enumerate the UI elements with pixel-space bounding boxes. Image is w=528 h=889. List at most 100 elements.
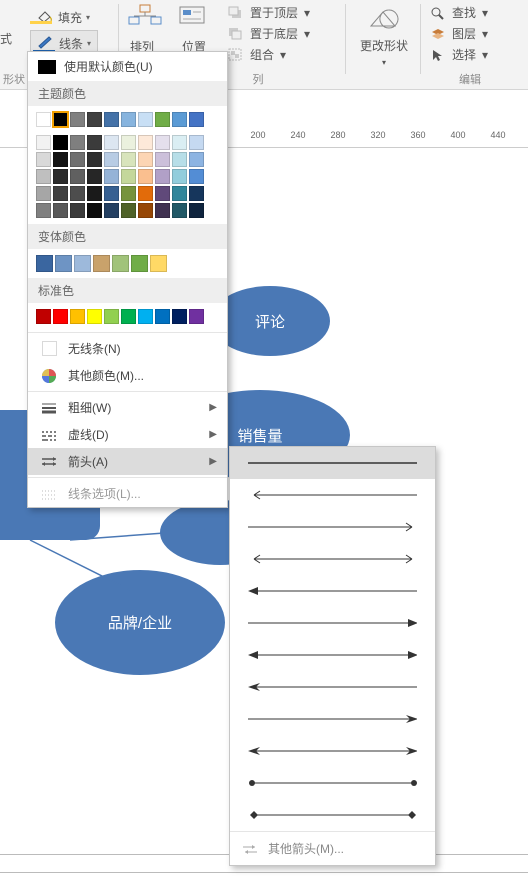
standard-swatch[interactable] <box>87 309 102 324</box>
theme-shade-swatch[interactable] <box>104 135 119 150</box>
theme-shade-swatch[interactable] <box>172 152 187 167</box>
fill-button[interactable]: 填充 ▾ <box>30 4 96 31</box>
theme-shade-swatch[interactable] <box>138 203 153 218</box>
variant-swatch[interactable] <box>150 255 167 272</box>
arrow-both-concave[interactable] <box>230 735 435 767</box>
standard-swatch[interactable] <box>189 309 204 324</box>
arrow-left-open[interactable] <box>230 479 435 511</box>
theme-shade-swatch[interactable] <box>87 169 102 184</box>
theme-shade-swatch[interactable] <box>155 152 170 167</box>
theme-shade-swatch[interactable] <box>36 169 51 184</box>
theme-shade-swatch[interactable] <box>121 152 136 167</box>
variant-swatch[interactable] <box>74 255 91 272</box>
theme-swatch[interactable] <box>138 112 153 127</box>
standard-swatch[interactable] <box>70 309 85 324</box>
theme-shade-swatch[interactable] <box>36 186 51 201</box>
theme-shade-swatch[interactable] <box>189 152 204 167</box>
more-arrows[interactable]: 其他箭头(M)... <box>230 832 435 865</box>
theme-shade-swatch[interactable] <box>172 169 187 184</box>
theme-shade-swatch[interactable] <box>121 135 136 150</box>
standard-swatch[interactable] <box>53 309 68 324</box>
theme-shade-swatch[interactable] <box>189 135 204 150</box>
theme-swatch[interactable] <box>87 112 102 127</box>
variant-swatch[interactable] <box>112 255 129 272</box>
arrow-right-open[interactable] <box>230 511 435 543</box>
theme-shade-swatch[interactable] <box>121 186 136 201</box>
arrow-right-concave[interactable] <box>230 703 435 735</box>
line-options[interactable]: 线条选项(L)... <box>28 480 227 507</box>
variant-swatch[interactable] <box>55 255 72 272</box>
theme-shade-swatch[interactable] <box>36 203 51 218</box>
theme-swatch[interactable] <box>121 112 136 127</box>
theme-shade-swatch[interactable] <box>104 152 119 167</box>
theme-swatch[interactable] <box>172 112 187 127</box>
theme-shade-swatch[interactable] <box>70 186 85 201</box>
theme-shade-swatch[interactable] <box>87 152 102 167</box>
theme-shade-swatch[interactable] <box>155 186 170 201</box>
theme-shade-swatch[interactable] <box>53 152 68 167</box>
theme-shade-swatch[interactable] <box>121 169 136 184</box>
theme-shade-swatch[interactable] <box>155 203 170 218</box>
theme-shade-swatch[interactable] <box>53 186 68 201</box>
line-arrows[interactable]: 箭头(A) ▶ <box>28 448 227 475</box>
arrow-both-dot[interactable] <box>230 767 435 799</box>
theme-shade-swatch[interactable] <box>70 203 85 218</box>
variant-swatch[interactable] <box>93 255 110 272</box>
theme-shade-swatch[interactable] <box>36 135 51 150</box>
theme-swatch[interactable] <box>36 112 51 127</box>
line-dashes[interactable]: 虚线(D) ▶ <box>28 421 227 448</box>
diagram-node-brand[interactable]: 品牌/企业 <box>55 570 225 675</box>
arrow-both-diamond[interactable] <box>230 799 435 831</box>
theme-shade-swatch[interactable] <box>172 135 187 150</box>
theme-shade-swatch[interactable] <box>104 169 119 184</box>
find-button[interactable]: 查找▾ <box>430 2 488 23</box>
theme-shade-swatch[interactable] <box>87 203 102 218</box>
more-colors[interactable]: 其他颜色(M)... <box>28 362 227 389</box>
theme-shade-swatch[interactable] <box>155 135 170 150</box>
theme-shade-swatch[interactable] <box>189 186 204 201</box>
standard-swatch[interactable] <box>155 309 170 324</box>
theme-shade-swatch[interactable] <box>189 203 204 218</box>
arrow-left-solid[interactable] <box>230 575 435 607</box>
use-default-color[interactable]: 使用默认颜色(U) <box>28 52 227 81</box>
theme-shade-swatch[interactable] <box>70 169 85 184</box>
theme-shade-swatch[interactable] <box>87 135 102 150</box>
standard-swatch[interactable] <box>172 309 187 324</box>
theme-shade-swatch[interactable] <box>53 169 68 184</box>
theme-shade-swatch[interactable] <box>138 186 153 201</box>
select-button[interactable]: 选择▾ <box>430 44 488 65</box>
theme-shade-swatch[interactable] <box>70 152 85 167</box>
change-shape-button[interactable]: 更改形状 ▾ <box>360 6 408 68</box>
arrow-none[interactable] <box>230 447 435 479</box>
theme-shade-swatch[interactable] <box>70 135 85 150</box>
theme-shade-swatch[interactable] <box>155 169 170 184</box>
theme-shade-swatch[interactable] <box>104 203 119 218</box>
theme-shade-swatch[interactable] <box>87 186 102 201</box>
theme-shade-swatch[interactable] <box>172 186 187 201</box>
theme-shade-swatch[interactable] <box>172 203 187 218</box>
theme-shade-swatch[interactable] <box>53 135 68 150</box>
arrange-org-icon[interactable] <box>128 4 162 29</box>
theme-shade-swatch[interactable] <box>138 152 153 167</box>
theme-shade-swatch[interactable] <box>138 135 153 150</box>
theme-swatch[interactable] <box>189 112 204 127</box>
line-weight[interactable]: 粗细(W) ▶ <box>28 394 227 421</box>
theme-shade-swatch[interactable] <box>138 169 153 184</box>
standard-swatch[interactable] <box>121 309 136 324</box>
theme-shade-swatch[interactable] <box>53 203 68 218</box>
theme-shade-swatch[interactable] <box>104 186 119 201</box>
theme-shade-swatch[interactable] <box>189 169 204 184</box>
theme-swatch[interactable] <box>53 112 68 127</box>
variant-swatch[interactable] <box>36 255 53 272</box>
theme-shade-swatch[interactable] <box>36 152 51 167</box>
standard-swatch[interactable] <box>138 309 153 324</box>
theme-shade-swatch[interactable] <box>121 203 136 218</box>
position-icon[interactable] <box>178 4 208 29</box>
no-line[interactable]: 无线条(N) <box>28 335 227 362</box>
standard-swatch[interactable] <box>104 309 119 324</box>
standard-swatch[interactable] <box>36 309 51 324</box>
arrow-both-solid[interactable] <box>230 639 435 671</box>
diagram-node-comment[interactable]: 评论 <box>210 286 330 356</box>
layers-button[interactable]: 图层▾ <box>430 23 488 44</box>
theme-swatch[interactable] <box>155 112 170 127</box>
